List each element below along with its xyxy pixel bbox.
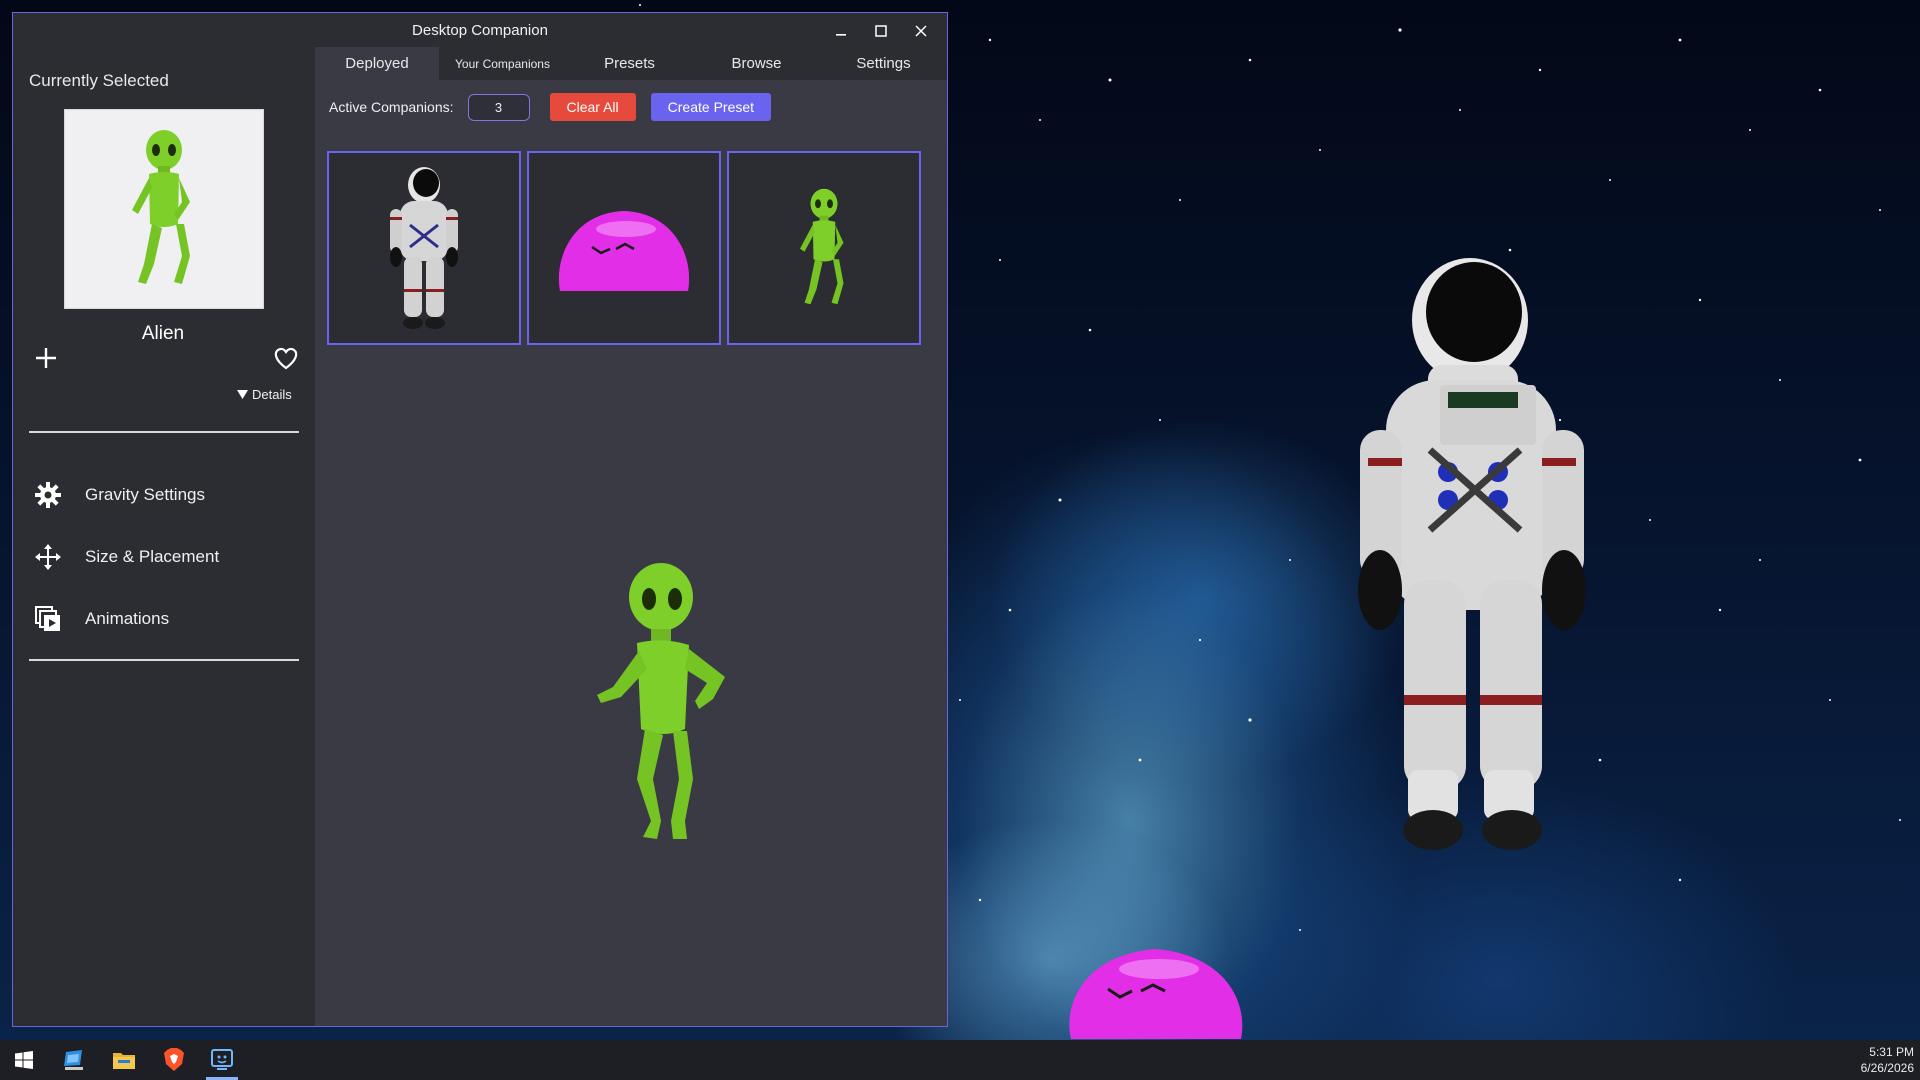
desktop-app-icon bbox=[64, 1050, 83, 1070]
taskbar: 5:31 PM 6/26/2026 bbox=[0, 1040, 1920, 1080]
sidebar: Currently Selected Alien Details Gravity… bbox=[13, 47, 313, 1026]
menu-item-label: Animations bbox=[85, 609, 170, 628]
menu-item-size-placement[interactable]: Size & Placement bbox=[33, 535, 293, 579]
details-label: Details bbox=[252, 387, 292, 402]
add-companion-button[interactable] bbox=[31, 343, 61, 373]
create-preset-button[interactable]: Create Preset bbox=[650, 93, 772, 121]
move-arrows-icon bbox=[33, 542, 63, 572]
astronaut-icon bbox=[390, 167, 458, 329]
deployed-toolbar: Active Companions: Clear All Create Pres… bbox=[315, 80, 947, 134]
maximize-button[interactable] bbox=[861, 17, 901, 45]
deployed-card-alien[interactable] bbox=[727, 151, 921, 345]
divider-top bbox=[29, 431, 299, 433]
deployed-card-slime[interactable] bbox=[527, 151, 721, 345]
deployed-card-astronaut[interactable] bbox=[327, 151, 521, 345]
start-button[interactable] bbox=[0, 1040, 48, 1080]
deployed-companions-list bbox=[327, 151, 921, 345]
maximize-icon bbox=[875, 25, 887, 37]
desktop-companion-window: Desktop Companion Currently Selected Ali… bbox=[12, 12, 948, 1027]
alien-icon bbox=[132, 130, 190, 284]
divider-bottom bbox=[29, 659, 299, 661]
desktop-slime-companion[interactable] bbox=[1063, 935, 1248, 1040]
tab-presets[interactable]: Presets bbox=[566, 47, 693, 80]
menu-item-animations[interactable]: Animations bbox=[33, 597, 293, 641]
taskbar-app-desktop[interactable] bbox=[50, 1040, 98, 1080]
menu-item-label: Size & Placement bbox=[85, 547, 220, 566]
clock-time: 5:31 PM bbox=[1869, 1045, 1914, 1059]
plus-icon bbox=[36, 348, 56, 368]
file-explorer-icon bbox=[113, 1053, 135, 1069]
currently-selected-label: Currently Selected bbox=[29, 71, 169, 90]
menu-item-gravity-settings[interactable]: Gravity Settings bbox=[33, 473, 293, 517]
triangle-down-icon bbox=[237, 389, 248, 399]
system-clock[interactable]: 5:31 PM 6/26/2026 bbox=[1861, 1044, 1914, 1076]
close-button[interactable] bbox=[901, 17, 941, 45]
selected-companion-preview bbox=[64, 109, 264, 309]
title-bar[interactable]: Desktop Companion bbox=[13, 13, 947, 47]
taskbar-desktop-companion[interactable] bbox=[198, 1040, 246, 1080]
clock-date: 6/26/2026 bbox=[1860, 1061, 1914, 1075]
selected-companion-name: Alien bbox=[141, 323, 185, 344]
tab-settings[interactable]: Settings bbox=[820, 47, 947, 80]
menu-item-label: Gravity Settings bbox=[85, 485, 205, 504]
active-companions-count[interactable] bbox=[467, 93, 530, 121]
alien-icon bbox=[800, 188, 844, 305]
minimize-button[interactable] bbox=[821, 17, 861, 45]
brave-browser-icon bbox=[164, 1048, 184, 1071]
favorite-button[interactable] bbox=[271, 343, 301, 373]
windows-start-icon bbox=[15, 1051, 33, 1069]
close-icon bbox=[915, 25, 927, 37]
tab-bar: Deployed Your Companions Presets Browse … bbox=[315, 47, 947, 80]
tab-deployed[interactable]: Deployed bbox=[315, 47, 439, 80]
minimize-icon bbox=[836, 34, 846, 36]
window-controls bbox=[821, 17, 941, 45]
details-toggle[interactable]: Details bbox=[237, 387, 292, 402]
taskbar-brave-browser[interactable] bbox=[150, 1040, 198, 1080]
heart-icon bbox=[274, 347, 298, 370]
tab-your-companions[interactable]: Your Companions bbox=[439, 47, 566, 80]
clear-all-button[interactable]: Clear All bbox=[549, 93, 636, 121]
taskbar-file-explorer[interactable] bbox=[100, 1040, 148, 1080]
desktop-companion-icon bbox=[211, 1049, 233, 1070]
active-companions-label: Active Companions: bbox=[329, 99, 454, 115]
gear-icon bbox=[33, 480, 63, 510]
slime-icon bbox=[558, 211, 690, 291]
main-panel: Deployed Your Companions Presets Browse … bbox=[315, 47, 947, 1026]
roaming-alien-companion[interactable] bbox=[593, 559, 733, 849]
tab-browse[interactable]: Browse bbox=[693, 47, 820, 80]
desktop-astronaut-companion[interactable] bbox=[1330, 250, 1610, 870]
window-title: Desktop Companion bbox=[412, 21, 548, 39]
animations-icon bbox=[33, 604, 63, 634]
